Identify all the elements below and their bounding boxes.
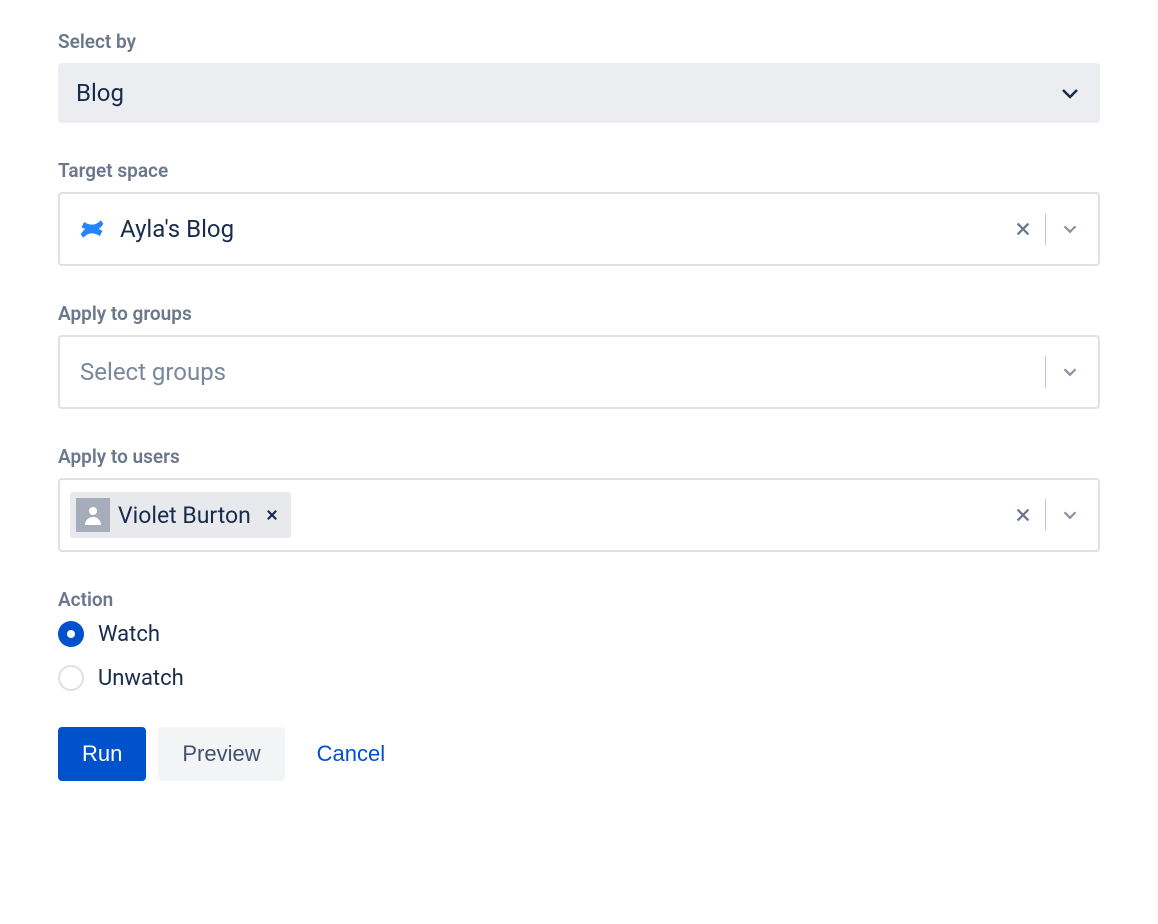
button-row: Run Preview Cancel <box>58 727 1100 781</box>
apply-users-field: Apply to users Violet Burton <box>58 445 1100 552</box>
chevron-down-icon[interactable] <box>1058 360 1082 384</box>
user-chip: Violet Burton <box>70 492 291 538</box>
cancel-button[interactable]: Cancel <box>297 727 405 781</box>
preview-button[interactable]: Preview <box>158 727 284 781</box>
radio-option-unwatch[interactable]: Unwatch <box>58 665 1100 691</box>
radio-unselected-icon <box>58 665 84 691</box>
select-by-field: Select by Blog <box>58 30 1100 123</box>
radio-label: Unwatch <box>98 666 184 691</box>
apply-users-label: Apply to users <box>58 445 1100 468</box>
target-space-label: Target space <box>58 159 1100 182</box>
radio-label: Watch <box>98 622 160 647</box>
radio-selected-icon <box>58 621 84 647</box>
target-space-field: Target space Ayla's Blog <box>58 159 1100 266</box>
avatar-icon <box>76 498 110 532</box>
divider <box>1045 356 1046 388</box>
divider <box>1045 499 1046 531</box>
apply-users-select[interactable]: Violet Burton <box>58 478 1100 552</box>
run-button[interactable]: Run <box>58 727 146 781</box>
remove-chip-icon[interactable] <box>263 506 281 524</box>
target-space-select[interactable]: Ayla's Blog <box>58 192 1100 266</box>
target-space-value: Ayla's Blog <box>120 215 234 243</box>
confluence-icon <box>78 215 106 243</box>
clear-icon[interactable] <box>1013 219 1033 239</box>
apply-groups-placeholder: Select groups <box>80 358 226 386</box>
chevron-down-icon[interactable] <box>1058 503 1082 527</box>
select-by-value: Blog <box>76 79 124 107</box>
chevron-down-icon <box>1058 81 1082 105</box>
select-by-dropdown[interactable]: Blog <box>58 63 1100 123</box>
clear-icon[interactable] <box>1013 505 1033 525</box>
apply-groups-label: Apply to groups <box>58 302 1100 325</box>
action-label: Action <box>58 588 1100 611</box>
action-field: Action Watch Unwatch <box>58 588 1100 691</box>
apply-groups-select[interactable]: Select groups <box>58 335 1100 409</box>
select-by-label: Select by <box>58 30 1100 53</box>
user-chip-name: Violet Burton <box>118 502 251 529</box>
apply-groups-field: Apply to groups Select groups <box>58 302 1100 409</box>
chevron-down-icon[interactable] <box>1058 217 1082 241</box>
radio-option-watch[interactable]: Watch <box>58 621 1100 647</box>
divider <box>1045 213 1046 245</box>
